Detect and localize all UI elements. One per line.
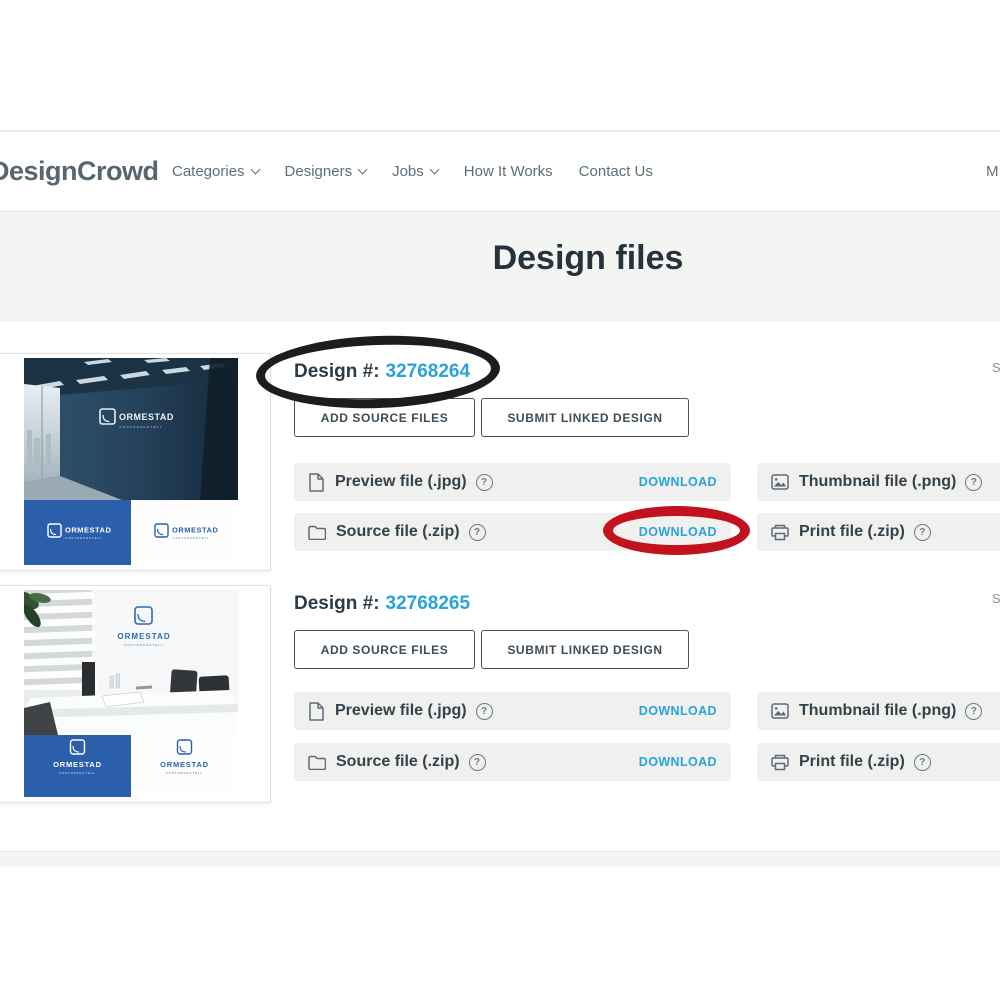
design-number-label: Design #:: [294, 593, 380, 614]
truncated-side-link[interactable]: S: [992, 360, 1000, 375]
thumbnail-file-row: Thumbnail file (.png) ?: [757, 692, 1000, 730]
download-link[interactable]: DOWNLOAD: [639, 475, 717, 489]
help-icon[interactable]: ?: [468, 523, 486, 541]
help-icon[interactable]: ?: [475, 702, 493, 720]
svg-text:KONTORSHOTELL: KONTORSHOTELL: [66, 536, 103, 540]
svg-text:ORMESTAD: ORMESTAD: [117, 632, 170, 641]
help-icon[interactable]: ?: [965, 473, 983, 491]
help-icon[interactable]: ?: [913, 523, 931, 541]
folder-icon: [308, 525, 326, 540]
design-2-thumbnail-image[interactable]: ORMESTAD KONTORSHOTELL ORMESTAD KONTORSH…: [24, 590, 238, 797]
nav-item-how-it-works[interactable]: How It Works: [464, 163, 553, 180]
thumbnail-file-row: Thumbnail file (.png) ?: [757, 463, 1000, 501]
nav-item-jobs[interactable]: Jobs: [392, 163, 440, 180]
svg-text:ORMESTAD: ORMESTAD: [160, 760, 209, 769]
design-thumbnail-card: ORMESTAD KONTORSHOTELL ORMESTAD KONTORSH…: [0, 353, 271, 571]
source-file-row: Source file (.zip) ? DOWNLOAD: [294, 513, 731, 551]
bottom-section-divider: [0, 851, 1000, 867]
help-icon[interactable]: ?: [468, 753, 486, 771]
nav-right-truncated-item[interactable]: M: [986, 132, 999, 211]
svg-text:KONTORSHOTELL: KONTORSHOTELL: [124, 643, 163, 647]
image-icon: [771, 703, 789, 719]
download-link[interactable]: DOWNLOAD: [639, 525, 717, 539]
help-icon[interactable]: ?: [913, 753, 931, 771]
preview-file-row: Preview file (.jpg) ? DOWNLOAD: [294, 463, 731, 501]
svg-text:ORMESTAD: ORMESTAD: [65, 526, 111, 535]
svg-text:ORMESTAD: ORMESTAD: [53, 760, 102, 769]
print-file-row: Print file (.zip) ?: [757, 743, 1000, 781]
svg-text:KONTORSHOTELL: KONTORSHOTELL: [59, 771, 96, 775]
nav-item-categories[interactable]: Categories: [172, 163, 260, 180]
folder-icon: [308, 755, 326, 770]
main-nav: DesignCrowd Categories Designers Jobs Ho…: [0, 132, 1000, 212]
download-link[interactable]: DOWNLOAD: [639, 704, 717, 718]
image-icon: [771, 474, 789, 490]
file-icon: [308, 472, 325, 492]
add-source-files-button[interactable]: ADD SOURCE FILES: [294, 630, 475, 669]
svg-text:KONTORSHOTELL: KONTORSHOTELL: [120, 425, 163, 429]
file-label: Source file (.zip): [336, 523, 460, 540]
design-number-label: Design #:: [294, 361, 380, 382]
page-title: Design files: [492, 239, 684, 277]
design-1-title: Design #: 32768264: [294, 361, 470, 383]
source-file-row: Source file (.zip) ? DOWNLOAD: [294, 743, 731, 781]
submit-linked-design-button[interactable]: SUBMIT LINKED DESIGN: [481, 630, 689, 669]
file-label: Source file (.zip): [336, 753, 460, 770]
nav-menu: Categories Designers Jobs How It Works C…: [172, 132, 653, 211]
chevron-down-icon: [429, 164, 440, 175]
file-icon: [308, 701, 325, 721]
chevron-down-icon: [357, 164, 368, 175]
printer-icon: [771, 754, 789, 771]
nav-item-contact-us[interactable]: Contact Us: [579, 163, 653, 180]
printer-icon: [771, 524, 789, 541]
submit-linked-design-button[interactable]: SUBMIT LINKED DESIGN: [481, 398, 689, 437]
design-thumbnail-card: ORMESTAD KONTORSHOTELL ORMESTAD KONTORSH…: [0, 585, 271, 803]
file-label: Preview file (.jpg): [335, 473, 467, 490]
nav-item-designers[interactable]: Designers: [285, 163, 368, 180]
file-label: Print file (.zip): [799, 753, 905, 770]
svg-text:KONTORSHOTELL: KONTORSHOTELL: [166, 771, 203, 775]
design-files-page: DesignCrowd Categories Designers Jobs Ho…: [0, 0, 1000, 1000]
add-source-files-button[interactable]: ADD SOURCE FILES: [294, 398, 475, 437]
file-label: Print file (.zip): [799, 523, 905, 540]
svg-text:ORMESTAD: ORMESTAD: [172, 526, 218, 535]
download-link[interactable]: DOWNLOAD: [639, 755, 717, 769]
chevron-down-icon: [250, 164, 260, 175]
design-2-title: Design #: 32768265: [294, 593, 470, 615]
svg-text:KONTORSHOTELL: KONTORSHOTELL: [173, 536, 210, 540]
designcrowd-logo[interactable]: DesignCrowd: [0, 156, 159, 187]
preview-file-row: Preview file (.jpg) ? DOWNLOAD: [294, 692, 731, 730]
help-icon[interactable]: ?: [965, 702, 983, 720]
file-label: Thumbnail file (.png): [799, 473, 957, 490]
design-1-thumbnail-image[interactable]: ORMESTAD KONTORSHOTELL ORMESTAD KONTORSH…: [24, 358, 238, 565]
design-number-link[interactable]: 32768265: [386, 593, 471, 614]
svg-text:ORMESTAD: ORMESTAD: [119, 412, 174, 422]
file-label: Preview file (.jpg): [335, 702, 467, 719]
truncated-side-link[interactable]: S: [992, 591, 1000, 606]
file-label: Thumbnail file (.png): [799, 702, 957, 719]
help-icon[interactable]: ?: [475, 473, 493, 491]
print-file-row: Print file (.zip) ?: [757, 513, 1000, 551]
design-number-link[interactable]: 32768264: [386, 361, 471, 382]
